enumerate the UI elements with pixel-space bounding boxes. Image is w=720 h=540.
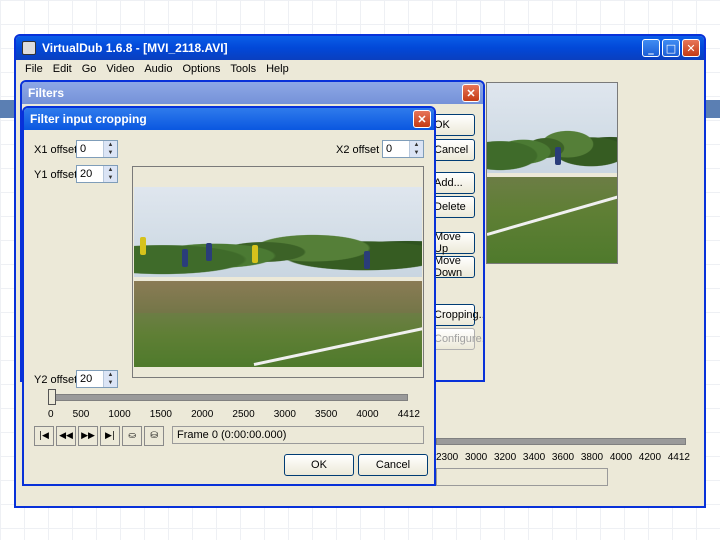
menu-help[interactable]: Help xyxy=(261,63,294,75)
tick-label: 2500 xyxy=(232,409,255,420)
mark-in-icon[interactable]: ⛀ xyxy=(122,426,142,446)
tick-label: 1000 xyxy=(108,409,131,420)
tick-label: 4000 xyxy=(609,452,633,463)
spin-down-icon[interactable]: ▼ xyxy=(410,149,423,157)
menu-file[interactable]: File xyxy=(20,63,48,75)
go-end-icon[interactable]: ▶| xyxy=(100,426,120,446)
app-icon xyxy=(22,41,36,55)
crop-nav-toolbar: |◀ ◀◀ ▶▶ ▶| ⛀ ⛁ xyxy=(34,426,174,446)
menu-tools[interactable]: Tools xyxy=(225,63,261,75)
crop-ok-button[interactable]: OK xyxy=(284,454,354,476)
tick-label: 0 xyxy=(48,409,54,420)
x1-offset-label: X1 offset xyxy=(34,144,78,156)
go-start-icon[interactable]: |◀ xyxy=(34,426,54,446)
tick-label: 500 xyxy=(72,409,90,420)
spin-up-icon[interactable]: ▲ xyxy=(410,141,423,149)
mark-out-icon[interactable]: ⛁ xyxy=(144,426,164,446)
spin-down-icon[interactable]: ▼ xyxy=(104,174,117,182)
tick-label: 2000 xyxy=(191,409,214,420)
crop-dialog: Filter input cropping ✕ X1 offset 0 ▲ ▼ X… xyxy=(22,106,436,486)
crop-title: Filter input cropping xyxy=(30,112,147,126)
tick-label: 3500 xyxy=(315,409,338,420)
tick-label: 4412 xyxy=(397,409,420,420)
tick-label: 4200 xyxy=(638,452,662,463)
spin-up-icon[interactable]: ▲ xyxy=(104,166,117,174)
frame-status: Frame 0 (0:00:00.000) xyxy=(172,426,424,444)
crop-frame-slider[interactable] xyxy=(48,394,408,401)
x2-offset-spinner[interactable]: 0 ▲ ▼ xyxy=(382,140,424,158)
y2-offset-spinner[interactable]: 20 ▲ ▼ xyxy=(76,370,118,388)
menu-go[interactable]: Go xyxy=(77,63,102,75)
menu-options[interactable]: Options xyxy=(177,63,225,75)
tick-label: 4412 xyxy=(667,452,690,463)
minimize-button[interactable]: _ xyxy=(642,39,660,57)
y1-offset-value: 20 xyxy=(80,168,93,180)
x1-offset-value: 0 xyxy=(80,143,87,155)
tick-label: 3000 xyxy=(464,452,488,463)
tick-label: 2300 xyxy=(436,452,459,463)
tick-label: 3000 xyxy=(273,409,296,420)
spin-up-icon[interactable]: ▲ xyxy=(104,371,117,379)
output-video-pane xyxy=(486,82,618,264)
crop-slider-ticks: 0 500 1000 1500 2000 2500 3000 3500 4000… xyxy=(48,409,420,420)
y2-offset-label: Y2 offset xyxy=(34,374,78,386)
x2-offset-label: X2 offset xyxy=(336,144,380,156)
crop-slider-thumb[interactable] xyxy=(48,389,56,405)
tick-label: 4000 xyxy=(356,409,379,420)
crop-cancel-button[interactable]: Cancel xyxy=(358,454,428,476)
tick-label: 1500 xyxy=(149,409,172,420)
y1-offset-label: Y1 offset xyxy=(34,169,78,181)
crop-preview-area xyxy=(132,166,424,378)
tick-label: 3600 xyxy=(551,452,575,463)
main-timeline-ticks: 2300 3000 3200 3400 3600 3800 4000 4200 … xyxy=(436,452,690,463)
menu-edit[interactable]: Edit xyxy=(48,63,77,75)
close-button[interactable]: ✕ xyxy=(682,39,700,57)
main-status-box xyxy=(436,468,608,486)
y1-offset-spinner[interactable]: 20 ▲ ▼ xyxy=(76,165,118,183)
menu-audio[interactable]: Audio xyxy=(139,63,177,75)
slide-background: VirtualDub 1.6.8 - [MVI_2118.AVI] _ □ ✕ … xyxy=(0,0,720,540)
tick-label: 3400 xyxy=(522,452,546,463)
maximize-button[interactable]: □ xyxy=(662,39,680,57)
next-key-icon[interactable]: ▶▶ xyxy=(78,426,98,446)
filters-close-button[interactable]: ✕ xyxy=(462,84,480,102)
spin-down-icon[interactable]: ▼ xyxy=(104,149,117,157)
tick-label: 3200 xyxy=(493,452,517,463)
y2-offset-value: 20 xyxy=(80,373,93,385)
main-timeline-track[interactable] xyxy=(436,438,686,445)
x2-offset-value: 0 xyxy=(386,143,393,155)
x1-offset-spinner[interactable]: 0 ▲ ▼ xyxy=(76,140,118,158)
output-video-frame xyxy=(487,83,617,263)
spin-up-icon[interactable]: ▲ xyxy=(104,141,117,149)
prev-key-icon[interactable]: ◀◀ xyxy=(56,426,76,446)
main-titlebar[interactable]: VirtualDub 1.6.8 - [MVI_2118.AVI] _ □ ✕ xyxy=(16,36,704,60)
filters-titlebar[interactable]: Filters ✕ xyxy=(22,82,483,104)
menu-bar: File Edit Go Video Audio Options Tools H… xyxy=(16,60,704,78)
accent-bar-right xyxy=(704,100,720,118)
menu-video[interactable]: Video xyxy=(101,63,139,75)
spin-down-icon[interactable]: ▼ xyxy=(104,379,117,387)
tick-label: 3800 xyxy=(580,452,604,463)
crop-preview-frame[interactable] xyxy=(134,187,422,367)
main-title: VirtualDub 1.6.8 - [MVI_2118.AVI] xyxy=(42,41,228,55)
filters-title: Filters xyxy=(28,86,65,100)
crop-titlebar[interactable]: Filter input cropping ✕ xyxy=(24,108,434,130)
crop-close-button[interactable]: ✕ xyxy=(413,110,431,128)
